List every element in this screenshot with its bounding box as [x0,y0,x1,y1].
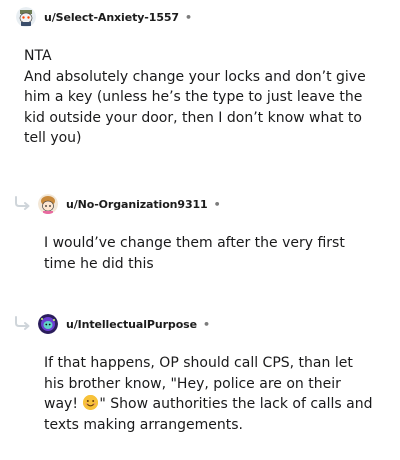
comment-body: NTA And absolutely change your locks and… [24,46,379,149]
separator-dot: • [213,197,221,211]
username[interactable]: u/Select-Anxiety-1557 [44,11,179,24]
comment-header: u/Select-Anxiety-1557 • [16,7,192,27]
mascot-avatar-icon[interactable] [38,194,58,214]
separator-dot: • [202,317,210,331]
comment-paragraph: I would’ve change them after the very fi… [44,235,345,272]
username[interactable]: u/IntellectualPurpose [66,318,197,331]
comment-paragraph: NTA [24,48,52,64]
comment-header: u/IntellectualPurpose • [38,314,210,334]
comment-body: I would’ve change them after the very fi… [44,233,374,274]
comment-paragraph: And absolutely change your locks and don… [24,68,366,147]
smiling-face-emoji-icon [83,395,99,410]
comment-paragraph: If that happens, OP should call CPS, tha… [44,353,374,435]
mascot-avatar-icon[interactable] [16,7,36,27]
mascot-avatar-icon[interactable] [38,314,58,334]
username[interactable]: u/No-Organization9311 [66,198,208,211]
comment-header: u/No-Organization9311 • [38,194,221,214]
comment-body: If that happens, OP should call CPS, tha… [44,353,374,435]
separator-dot: • [185,10,193,24]
reply-thread-icon [15,196,30,210]
reply-thread-icon [15,316,30,330]
